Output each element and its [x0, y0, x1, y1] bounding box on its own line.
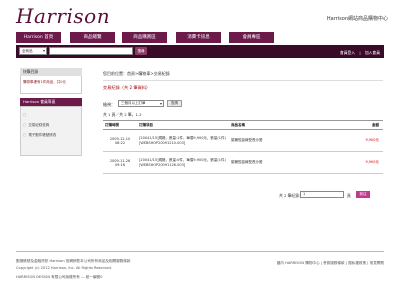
table-row: 2009-12-10 08:22 [20041/15]規格，數量:1件，單價9,…	[103, 129, 383, 152]
order-price: 9,900元	[339, 129, 383, 152]
order-time: 2009-11-26 09:16	[103, 151, 137, 174]
order-time: 2009-12-10 08:22	[103, 129, 137, 152]
tab-home[interactable]: Harrison 首頁	[16, 32, 62, 43]
tab-member[interactable]: 會員專區	[229, 32, 275, 43]
quick-cart-title: 快購目錄	[20, 68, 82, 76]
sidebar-item-email[interactable]: □ 電子郵件帳號修改	[23, 133, 56, 138]
tab-shop[interactable]: 商品購買區	[122, 32, 168, 43]
tab-products[interactable]: 商品總覽	[70, 32, 116, 43]
search-button[interactable]: 搜尋	[135, 47, 147, 55]
order-price: 9,900元	[339, 151, 383, 174]
product-name[interactable]: 諾爾哲曲線型長沙發	[229, 129, 339, 152]
col-detail: 訂購項目	[137, 120, 229, 130]
site-label: Harrison網站商品購物中心	[326, 16, 388, 22]
breadcrumb: 您目前位置：首頁>購物車>交易紀錄	[103, 71, 170, 76]
pager-unit: 頁	[347, 193, 351, 198]
page-input[interactable]: 1	[300, 191, 344, 198]
orders-table: 訂購時間 訂購項目 商品名稱 金額 2009-12-10 08:22 [2004…	[103, 120, 383, 174]
footer-divider	[16, 251, 384, 252]
filter-select[interactable]: 三個月以上訂單	[118, 100, 164, 107]
order-detail: [20041/15]規格，數量:1件，單價9,900元，數量(1件) [WEBS…	[137, 129, 229, 152]
page-title: 交易紀錄（共 2 筆資料）	[103, 85, 151, 90]
filter-label: 檢視：	[103, 102, 115, 107]
account-links: 會員登入 | 加入會員	[337, 50, 380, 56]
footer-links[interactable]: 國內 HARRISON 購物中心 | 會員服務條款 | 隱私權政策 | 常見問題	[277, 261, 384, 266]
table-row: 2009-11-26 09:16 [20041/15]規格，數量:0件，單價9,…	[103, 151, 383, 174]
cart-summary-link[interactable]: 購物車裡有1件商品，共0元	[23, 80, 66, 85]
tab-cards[interactable]: 消費卡訊息	[176, 32, 222, 43]
footer-company: HARRISON DESIGN 有限公司版權所有 — 統一編號0	[16, 275, 103, 279]
member-area-title: Harrison 會員專區	[20, 98, 82, 106]
filter-button[interactable]: 查詢	[167, 100, 182, 107]
col-time: 訂購時間	[103, 120, 137, 130]
member-menu-box	[20, 106, 82, 156]
order-detail: [20041/15]規格，數量:0件，單價9,900元，數量(1件) [WEBS…	[137, 151, 229, 174]
sidebar-item-orders[interactable]: □ 交易紀錄查詢	[23, 123, 49, 128]
col-name: 商品名稱	[229, 120, 339, 130]
search-category-select[interactable]: 全商品	[19, 47, 47, 55]
link-separator: |	[359, 50, 361, 55]
login-link[interactable]: 會員登入	[340, 50, 355, 55]
footer-copyright: Copyright (c) 2012 Harrison, Inc. All Ri…	[16, 266, 112, 270]
result-summary: 共 1 頁／共 2 筆，1-2	[103, 112, 142, 117]
go-page-button[interactable]: 前往	[356, 191, 370, 198]
search-input[interactable]	[49, 47, 133, 55]
product-name[interactable]: 諾爾哲曲線型長沙發	[229, 151, 339, 174]
bullet-icon: □	[23, 113, 27, 117]
divider	[103, 80, 383, 81]
bullet-icon: □	[23, 123, 27, 127]
register-link[interactable]: 加入會員	[365, 50, 380, 55]
sidebar-item-blank[interactable]: □	[23, 113, 28, 117]
logo[interactable]: Harrison	[16, 4, 110, 28]
footer-line: 郵撥帳號及金融資訊 Harrison 官網銷售本公司所有商品及相關服務條款	[16, 259, 131, 263]
col-price: 金額	[339, 120, 383, 130]
bullet-icon: □	[23, 133, 27, 137]
